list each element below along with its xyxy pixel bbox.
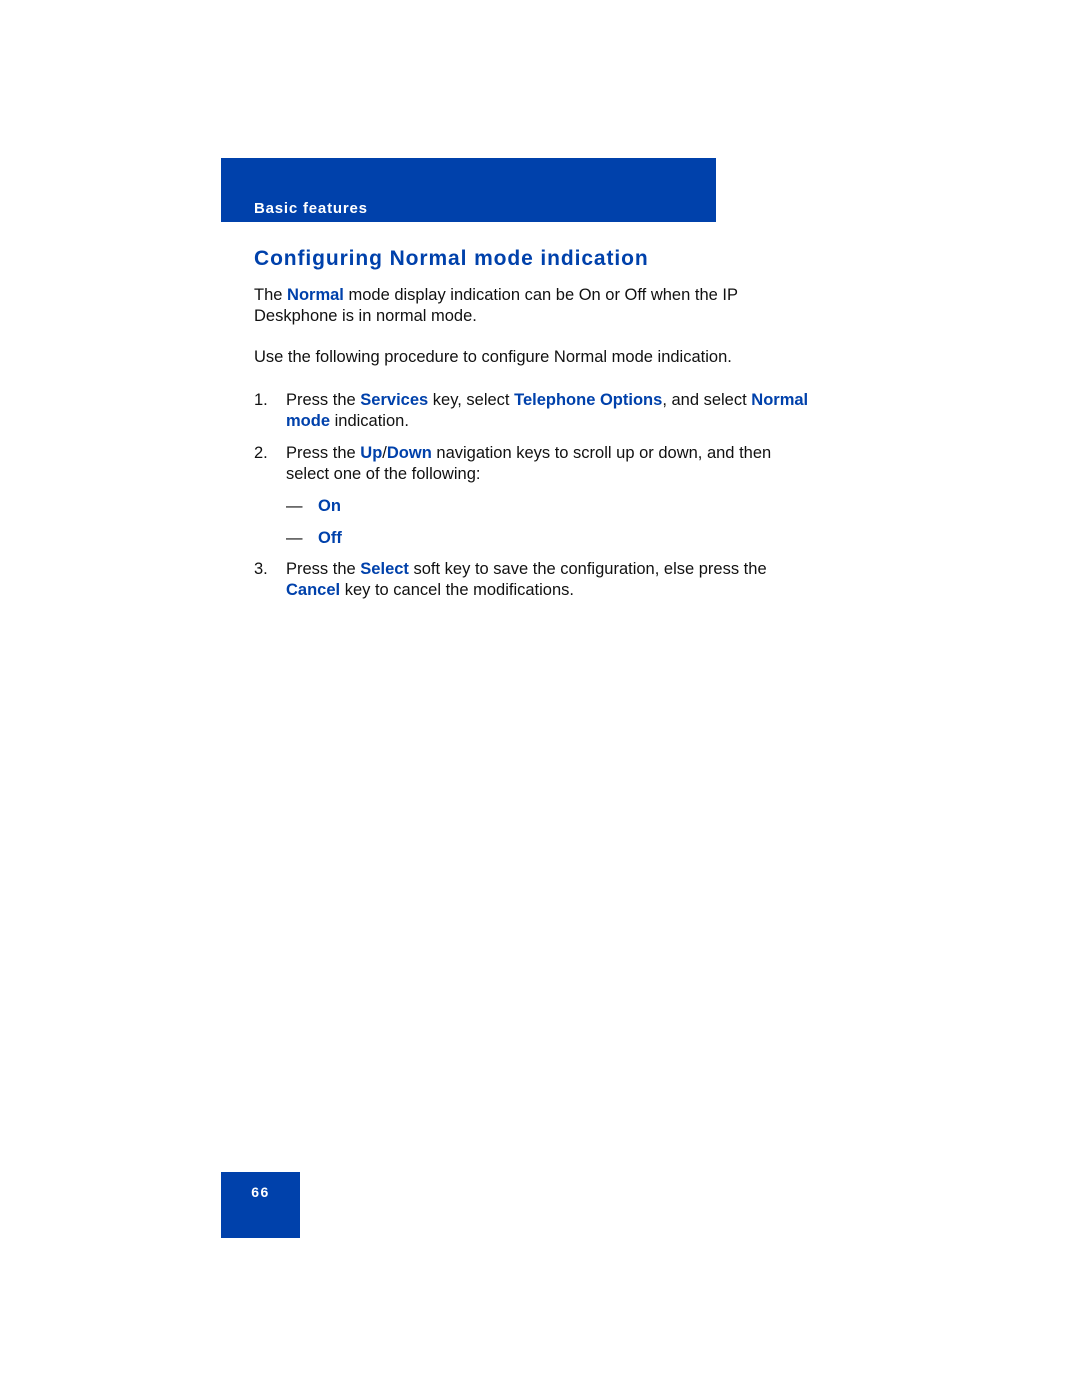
page-number: 66 [251,1184,270,1200]
intro-text: The [254,286,288,304]
dash-bullet: — [286,497,303,515]
step-text-part: indication. [330,412,409,430]
key-down: Down [386,444,432,462]
intro-paragraph: The Normal mode display indication can b… [254,285,814,327]
highlight-normal: Normal [287,286,344,304]
page-number-box: 66 [221,1172,300,1238]
step-text-part: Press the [286,391,361,409]
step-text: Press the Up/Down navigation keys to scr… [286,443,816,485]
step-text: Press the Services key, select Telephone… [286,390,816,432]
key-select: Select [360,560,409,578]
step-text-part: Press the [286,444,361,462]
section-label: Basic features [254,200,368,217]
option-on: — On [286,496,341,517]
section-header-band: Basic features [221,158,716,222]
step-number: 2. [254,444,268,462]
step-text-part: soft key to save the configuration, else… [408,560,767,578]
option-label: On [318,497,341,515]
step-number: 1. [254,391,268,409]
step-text-part: Press the [286,560,361,578]
step-text-part: , and select [662,391,752,409]
key-up: Up [360,444,383,462]
dash-bullet: — [286,529,303,547]
procedure-intro: Use the following procedure to configure… [254,348,732,366]
key-cancel: Cancel [286,581,341,599]
page-title: Configuring Normal mode indication [254,247,649,270]
option-off: — Off [286,528,342,549]
option-label: Off [318,529,342,547]
step-text-part: key, select [428,391,515,409]
step-number: 3. [254,560,268,578]
key-services: Services [360,391,429,409]
step-text-part: key to cancel the modifications. [340,581,574,599]
step-text: Press the Select soft key to save the co… [286,559,816,601]
menu-telephone-options: Telephone Options [514,391,663,409]
